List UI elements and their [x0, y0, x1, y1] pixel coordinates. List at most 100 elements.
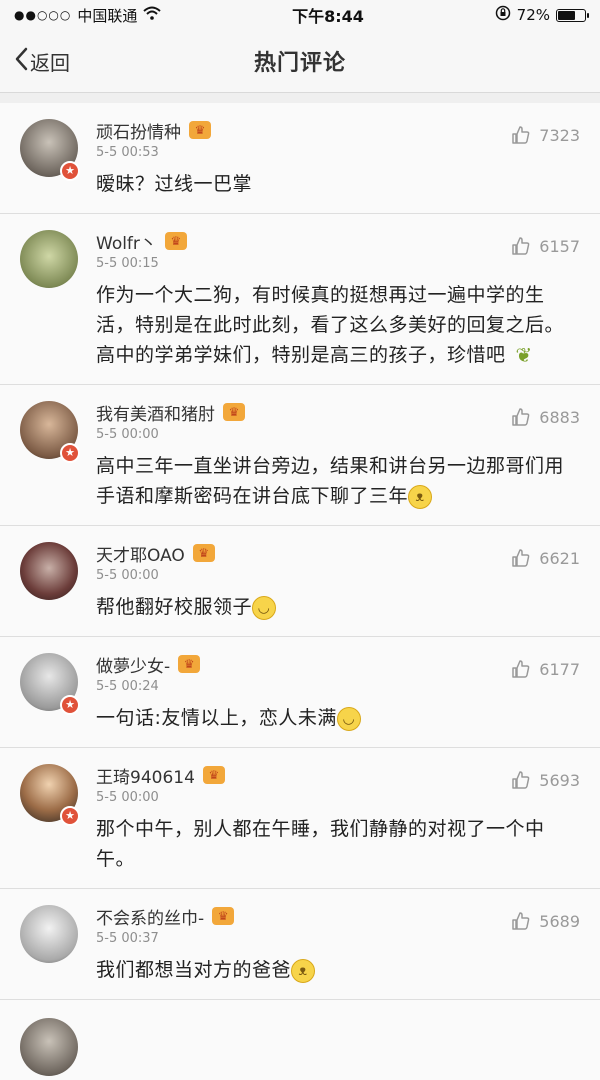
comment-item[interactable]: 不会系的丝巾- ♛ 5-5 00:37 我们都想当对方的爸爸 ᴥ 5689	[0, 889, 600, 1000]
timestamp: 5-5 00:53	[96, 145, 159, 160]
comment-text-body: 我们都想当对方的爸爸	[96, 959, 292, 981]
name-row: 王琦940614 ♛	[96, 762, 580, 788]
comment-text-body: 一句话:友情以上，恋人未满	[96, 707, 337, 729]
comment-text-body: 暧昧？过线一巴掌	[96, 173, 253, 195]
smile-emoji-icon: ◡	[252, 595, 277, 620]
battery-fill	[558, 10, 575, 20]
page-title: 热门评论	[253, 51, 346, 76]
avatar[interactable]	[20, 1018, 78, 1076]
name-row: 天才耶OAO ♛	[96, 540, 580, 566]
nav-bar: 返回 热门评论	[0, 30, 600, 93]
comment-text-body: 作为一个大二狗，有时候真的挺想再过一遍中学的生活，特别是在此时此刻，看了这么多美…	[96, 284, 565, 366]
comment-text: 那个中午，别人都在午睡，我们静静的对视了一个中午。	[96, 814, 580, 874]
thumbs-up-icon	[511, 236, 531, 256]
comment-text-body: 那个中午，别人都在午睡，我们静静的对视了一个中午。	[96, 818, 545, 870]
chevron-left-icon	[14, 47, 28, 76]
timestamp: 5-5 00:37	[96, 931, 159, 946]
comment-text: 暧昧？过线一巴掌	[96, 169, 580, 199]
username[interactable]: 做夢少女-	[96, 652, 170, 677]
like-button[interactable]: 7323	[511, 125, 580, 145]
comment-item[interactable]: ★ 做夢少女- ♛ 5-5 00:24 一句话:友情以上，恋人未满 ◡ 6177	[0, 637, 600, 748]
member-crown-icon: ♛	[164, 232, 187, 250]
timestamp: 5-5 00:00	[96, 790, 159, 805]
like-count: 6177	[539, 659, 580, 679]
name-row: 做夢少女- ♛	[96, 651, 580, 677]
avatar[interactable]	[20, 230, 78, 288]
member-crown-icon: ♛	[189, 121, 211, 139]
comment-item[interactable]: Wolfr丶 ♛ 5-5 00:15 作为一个大二狗，有时候真的挺想再过一遍中学…	[0, 214, 600, 385]
doge-emoji-icon: ᴥ	[408, 484, 433, 509]
like-count: 5693	[539, 770, 580, 790]
verified-badge-icon: ★	[60, 443, 80, 463]
timestamp: 5-5 00:15	[96, 256, 159, 271]
comment-text-body: 帮他翻好校服领子	[96, 596, 253, 618]
spacer	[0, 93, 600, 103]
username[interactable]: Wolfr丶	[96, 229, 157, 254]
back-button[interactable]: 返回	[14, 47, 70, 76]
username[interactable]: 天才耶OAO	[96, 541, 185, 566]
username[interactable]: 王琦940614	[96, 763, 195, 788]
battery-percent: 72%	[516, 6, 550, 24]
thumbs-up-icon	[511, 911, 531, 931]
like-button[interactable]: 6177	[511, 659, 580, 679]
signal-icon: ●●○○○	[14, 8, 72, 22]
battery-icon	[556, 8, 589, 22]
timestamp: 5-5 00:24	[96, 679, 159, 694]
comment-text: 一句话:友情以上，恋人未满 ◡	[96, 703, 580, 733]
thumbs-up-icon	[511, 125, 531, 145]
like-count: 6157	[539, 236, 580, 256]
like-count: 5689	[539, 911, 580, 931]
like-count: 6883	[539, 407, 580, 427]
comment-item[interactable]: ★ 王琦940614 ♛ 5-5 00:00 那个中午，别人都在午睡，我们静静的…	[0, 748, 600, 889]
status-time: 下午8:44	[292, 7, 364, 26]
name-row: 不会系的丝巾- ♛	[96, 903, 580, 929]
comment-text: 帮他翻好校服领子 ◡	[96, 592, 580, 622]
username[interactable]: 顽石扮情种	[96, 118, 181, 143]
comment-text: 高中三年一直坐讲台旁边，结果和讲台另一边那哥们用手语和摩斯密码在讲台底下聊了三年…	[96, 451, 580, 511]
smile-emoji-icon: ◡	[336, 706, 361, 731]
back-label: 返回	[30, 50, 70, 75]
comment-text: 作为一个大二狗，有时候真的挺想再过一遍中学的生活，特别是在此时此刻，看了这么多美…	[96, 280, 580, 370]
name-row: Wolfr丶 ♛	[96, 228, 580, 254]
comment-item-partial[interactable]	[0, 1000, 600, 1080]
username[interactable]: 我有美酒和猪肘	[96, 400, 215, 425]
like-button[interactable]: 6157	[511, 236, 580, 256]
wifi-icon	[143, 6, 162, 24]
verified-badge-icon: ★	[60, 695, 80, 715]
status-left: ●●○○○ 中国联通	[14, 5, 162, 26]
avatar[interactable]	[20, 905, 78, 963]
username[interactable]: 不会系的丝巾-	[96, 904, 204, 929]
like-button[interactable]: 5693	[511, 770, 580, 790]
carrier-label: 中国联通	[77, 6, 138, 25]
thumbs-up-icon	[511, 770, 531, 790]
member-crown-icon: ♛	[178, 655, 201, 673]
member-crown-icon: ♛	[212, 907, 235, 925]
like-count: 7323	[539, 125, 580, 145]
leaf-emoji-icon: ❦	[515, 342, 533, 367]
thumbs-up-icon	[511, 407, 531, 427]
timestamp: 5-5 00:00	[96, 427, 159, 442]
timestamp: 5-5 00:00	[96, 568, 159, 583]
rotation-lock-icon	[495, 5, 511, 25]
avatar[interactable]	[20, 542, 78, 600]
thumbs-up-icon	[511, 659, 531, 679]
comment-text-body: 高中三年一直坐讲台旁边，结果和讲台另一边那哥们用手语和摩斯密码在讲台底下聊了三年	[96, 455, 565, 507]
comment-item[interactable]: 天才耶OAO ♛ 5-5 00:00 帮他翻好校服领子 ◡ 6621	[0, 526, 600, 637]
member-crown-icon: ♛	[202, 766, 225, 784]
like-button[interactable]: 5689	[511, 911, 580, 931]
comment-item[interactable]: ★ 顽石扮情种 ♛ 5-5 00:53 暧昧？过线一巴掌 7323	[0, 103, 600, 214]
like-count: 6621	[539, 548, 580, 568]
like-button[interactable]: 6621	[511, 548, 580, 568]
doge-emoji-icon: ᴥ	[291, 958, 316, 983]
like-button[interactable]: 6883	[511, 407, 580, 427]
status-bar: ●●○○○ 中国联通 下午8:44 72%	[0, 0, 600, 30]
name-row: 我有美酒和猪肘 ♛	[96, 399, 580, 425]
member-crown-icon: ♛	[192, 544, 215, 562]
verified-badge-icon: ★	[60, 161, 80, 181]
member-crown-icon: ♛	[223, 403, 245, 421]
comment-item[interactable]: ★ 我有美酒和猪肘 ♛ 5-5 00:00 高中三年一直坐讲台旁边，结果和讲台另…	[0, 385, 600, 526]
comment-text: 我们都想当对方的爸爸 ᴥ	[96, 955, 580, 985]
name-row: 顽石扮情种 ♛	[96, 117, 580, 143]
comment-list: ★ 顽石扮情种 ♛ 5-5 00:53 暧昧？过线一巴掌 7323 Wolfr丶…	[0, 103, 600, 1080]
verified-badge-icon: ★	[60, 806, 80, 826]
